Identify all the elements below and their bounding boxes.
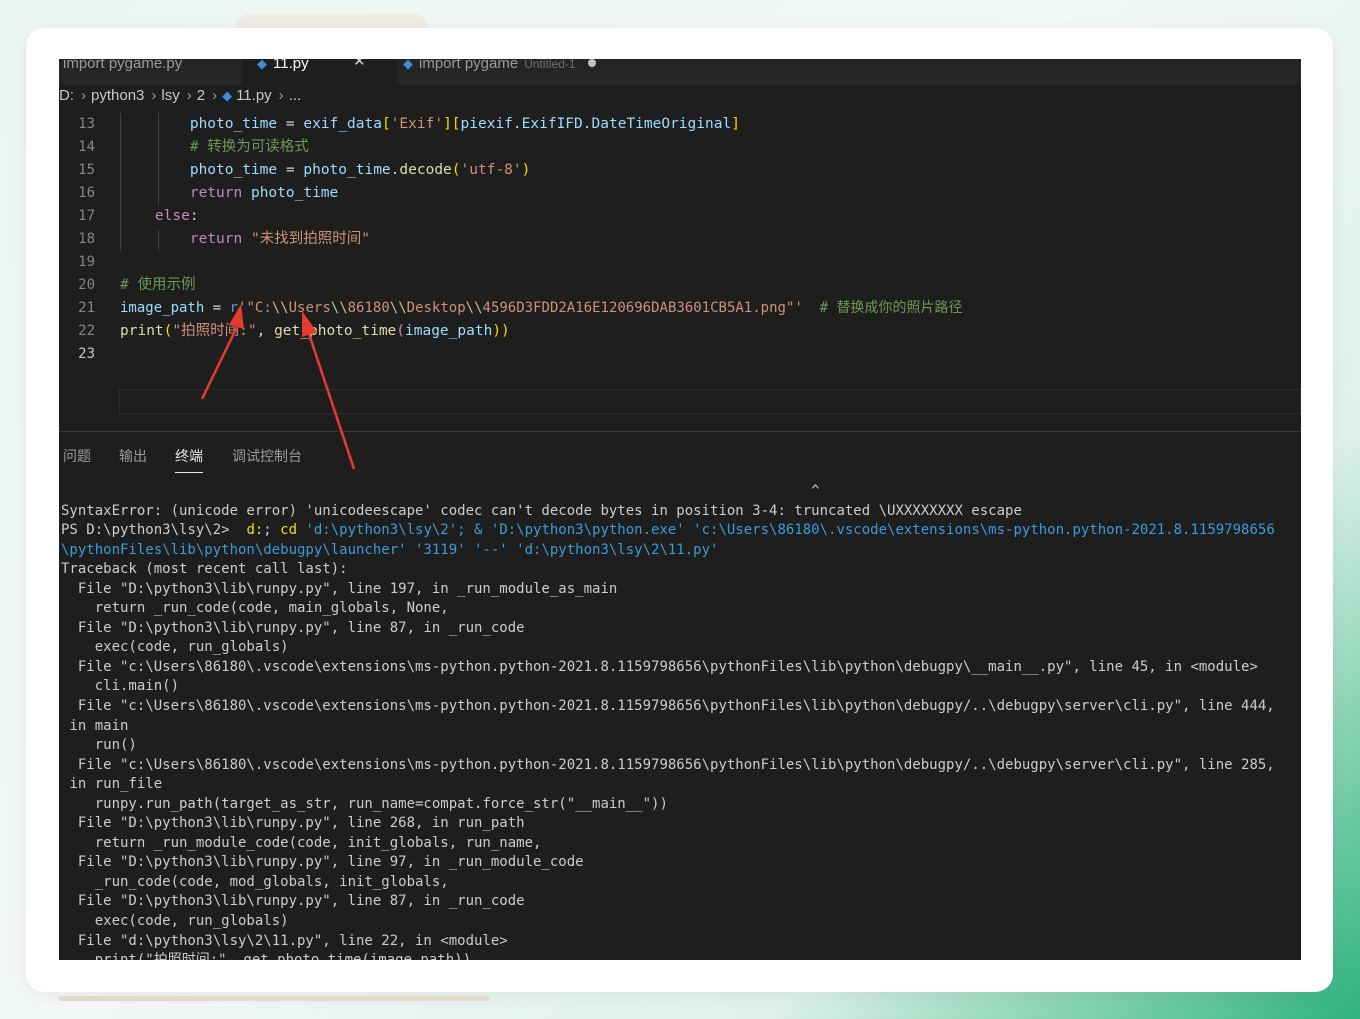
- vscode-window: ◆import pygame.py ◆11.py ✕ ◆import pygam…: [59, 59, 1301, 960]
- annotation-arrows: [200, 304, 356, 470]
- red-arrow-right: [302, 311, 356, 470]
- red-arrow-left: [200, 304, 244, 400]
- card-underbar: [58, 996, 490, 1001]
